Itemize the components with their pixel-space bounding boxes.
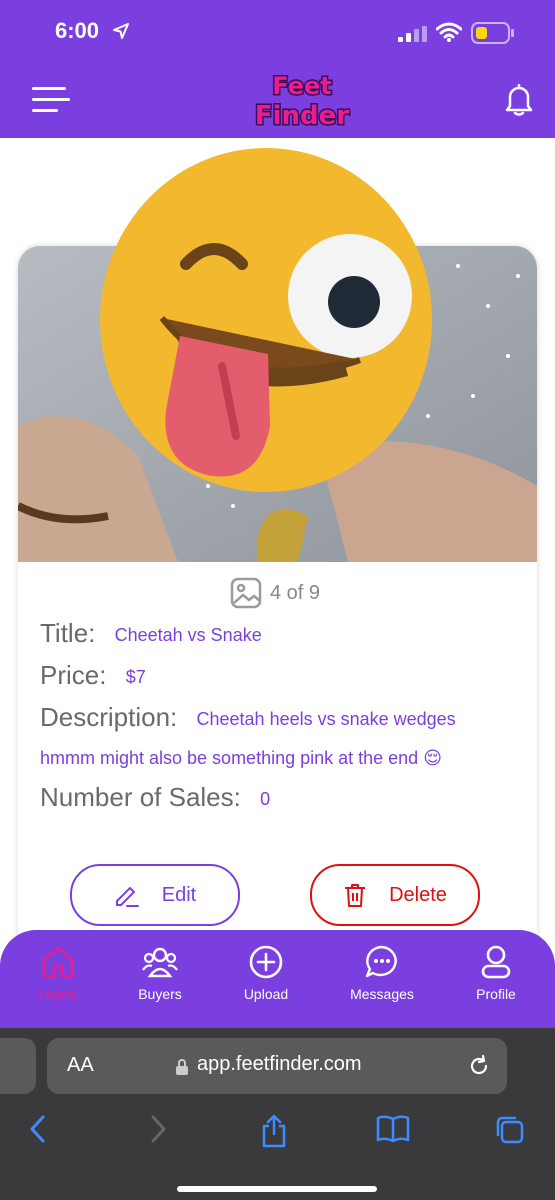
title-row: Title: Cheetah vs Snake xyxy=(40,618,262,649)
svg-text:Finder: Finder xyxy=(255,101,349,130)
description-label: Description: xyxy=(40,702,178,732)
winking-tongue-emoji-icon xyxy=(100,148,432,492)
address-bar[interactable]: AA app.feetfinder.com xyxy=(47,1038,507,1094)
share-icon[interactable] xyxy=(260,1114,288,1148)
back-icon[interactable] xyxy=(28,1114,48,1144)
nav-buyers-label: Buyers xyxy=(138,986,182,1002)
lock-icon xyxy=(176,1059,188,1075)
bottom-nav: Home Buyers Upload Messages Profile xyxy=(0,930,555,1030)
bookmarks-icon[interactable] xyxy=(376,1114,410,1144)
home-indicator xyxy=(177,1186,377,1192)
home-icon xyxy=(42,946,74,978)
image-counter: 4 of 9 xyxy=(230,576,320,610)
hamburger-icon xyxy=(32,87,70,112)
nav-home-label: Home xyxy=(39,986,77,1002)
trash-icon xyxy=(345,884,366,907)
feetfinder-logo[interactable]: Feet Finder xyxy=(252,66,352,131)
reload-icon[interactable] xyxy=(467,1054,491,1078)
sales-value: 0 xyxy=(260,788,271,809)
tabs-icon[interactable] xyxy=(494,1114,526,1146)
image-counter-text: 4 of 9 xyxy=(270,581,321,604)
nav-upload-label: Upload xyxy=(243,986,289,1002)
nav-messages[interactable]: Messages xyxy=(332,944,432,1002)
status-time: 6:00 xyxy=(55,18,100,43)
plus-circle-icon xyxy=(249,945,283,979)
description-value: Cheetah heels vs snake wedges xyxy=(196,708,456,729)
title-label: Title: xyxy=(40,618,96,648)
pencil-icon xyxy=(115,887,139,907)
price-value: $7 xyxy=(125,666,146,687)
menu-button[interactable] xyxy=(32,86,70,114)
description-continued: hmmm might also be something pink at the… xyxy=(40,748,442,768)
nav-upload[interactable]: Upload xyxy=(216,944,316,1002)
nav-buyers[interactable]: Buyers xyxy=(110,944,210,1002)
price-label: Price: xyxy=(40,660,107,690)
browser-chrome: AA app.feetfinder.com xyxy=(0,1028,555,1200)
notification-bell-icon[interactable] xyxy=(504,82,534,116)
title-value: Cheetah vs Snake xyxy=(114,624,262,645)
sales-label: Number of Sales: xyxy=(40,782,241,812)
delete-label: Delete xyxy=(389,883,447,906)
delete-button[interactable]: Delete xyxy=(310,864,480,926)
nav-home[interactable]: Home xyxy=(8,944,108,1002)
previous-tab-preview[interactable] xyxy=(0,1038,36,1094)
reader-options-button[interactable]: AA xyxy=(67,1054,94,1077)
forward-icon[interactable] xyxy=(148,1114,168,1144)
nav-profile-label: Profile xyxy=(476,986,516,1002)
image-icon xyxy=(230,577,262,609)
url-text: app.feetfinder.com xyxy=(197,1053,362,1075)
cellular-signal-icon xyxy=(398,26,427,42)
users-icon xyxy=(142,947,178,978)
price-row: Price: $7 xyxy=(40,660,146,691)
location-arrow-icon xyxy=(113,23,129,39)
chat-icon xyxy=(365,945,397,978)
svg-text:Feet: Feet xyxy=(272,72,331,100)
edit-label: Edit xyxy=(161,883,197,906)
description-row: Description: Cheetah heels vs snake wedg… xyxy=(40,702,456,733)
wifi-icon xyxy=(436,22,462,42)
user-icon xyxy=(481,945,511,979)
app-header: 6:00 Feet Finder xyxy=(0,0,555,138)
sales-row: Number of Sales: 0 xyxy=(40,782,270,813)
nav-messages-label: Messages xyxy=(350,986,414,1002)
battery-icon xyxy=(471,22,514,44)
nav-profile[interactable]: Profile xyxy=(446,944,546,1002)
edit-button[interactable]: Edit xyxy=(70,864,240,926)
